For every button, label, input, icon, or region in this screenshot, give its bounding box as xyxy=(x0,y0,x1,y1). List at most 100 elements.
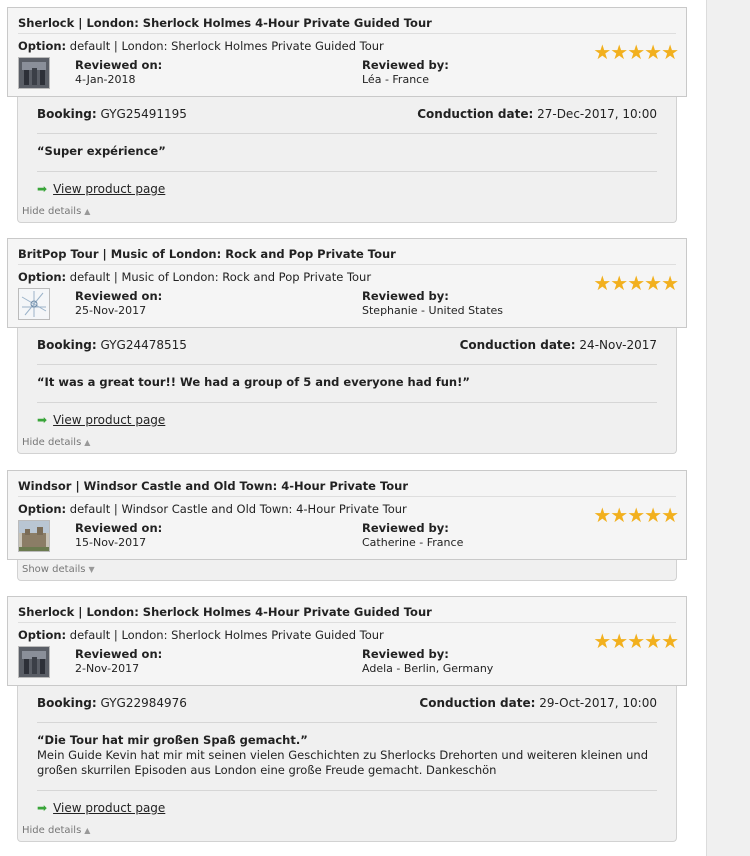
booking-info: Booking: GYG24478515 xyxy=(37,338,187,352)
arrow-right-icon: ➡ xyxy=(37,413,48,427)
view-product-link[interactable]: View product page xyxy=(53,801,165,815)
divider xyxy=(18,264,676,265)
option-line: Option: default | Music of London: Rock … xyxy=(18,270,371,284)
conduction-date: 29-Oct-2017, 10:00 xyxy=(539,696,657,710)
reviewed-on-label: Reviewed on: xyxy=(75,58,163,72)
review-header: Windsor | Windsor Castle and Old Town: 4… xyxy=(7,470,687,560)
reviewed-on-label: Reviewed on: xyxy=(75,289,163,303)
reviewed-on-date: 15-Nov-2017 xyxy=(75,536,147,549)
option-label: Option: xyxy=(18,628,67,642)
reviewed-by: Reviewed by: Stephanie - United States xyxy=(362,289,503,317)
option-value: default | Music of London: Rock and Pop … xyxy=(69,270,372,284)
reviewed-on: Reviewed on: 15-Nov-2017 xyxy=(75,521,162,549)
option-line: Option: default | Windsor Castle and Old… xyxy=(18,502,407,516)
review-text: “Super expérience” xyxy=(18,134,676,171)
review-quote: “Die Tour hat mir großen Spaß gemacht.” xyxy=(37,733,308,747)
review-header: Sherlock | London: Sherlock Holmes 4-Hou… xyxy=(7,7,687,97)
review-details: Booking: GYG24478515 Conduction date: 24… xyxy=(17,328,677,454)
review-header: Sherlock | London: Sherlock Holmes 4-Hou… xyxy=(7,596,687,686)
conduction-label: Conduction date: xyxy=(417,107,534,121)
caret-down-icon: ▼ xyxy=(88,565,95,574)
booking-id: GYG25491195 xyxy=(100,107,187,121)
star-rating: ★★★★★ xyxy=(593,40,679,64)
option-line: Option: default | London: Sherlock Holme… xyxy=(18,628,384,642)
map-thumbnail[interactable] xyxy=(18,288,50,320)
toggle-label: Show details xyxy=(22,564,86,575)
option-label: Option: xyxy=(18,270,67,284)
star-rating: ★★★★★ xyxy=(593,629,679,653)
reviewed-by: Reviewed by: Adela - Berlin, Germany xyxy=(362,647,493,675)
tour-title[interactable]: Sherlock | London: Sherlock Holmes 4-Hou… xyxy=(18,16,432,30)
product-link-row: ➡ View product page xyxy=(18,403,676,433)
tour-title[interactable]: Windsor | Windsor Castle and Old Town: 4… xyxy=(18,479,408,493)
option-value: default | London: Sherlock Holmes Privat… xyxy=(69,39,384,53)
booking-id: GYG22984976 xyxy=(100,696,187,710)
reviewed-by-label: Reviewed by: xyxy=(362,647,449,661)
toggle-label: Hide details xyxy=(22,825,82,836)
booking-label: Booking: xyxy=(37,696,97,710)
toggle-label: Hide details xyxy=(22,437,82,448)
booking-row: Booking: GYG24478515 Conduction date: 24… xyxy=(18,328,676,364)
review-card: Sherlock | London: Sherlock Holmes 4-Hou… xyxy=(7,596,687,842)
option-label: Option: xyxy=(18,39,67,53)
booking-label: Booking: xyxy=(37,107,97,121)
star-rating: ★★★★★ xyxy=(593,271,679,295)
reviewed-by-label: Reviewed by: xyxy=(362,289,449,303)
option-value: default | London: Sherlock Holmes Privat… xyxy=(69,628,384,642)
option-label: Option: xyxy=(18,502,67,516)
reviewer-name: Catherine - France xyxy=(362,536,464,549)
hide-details-toggle[interactable]: Hide details ▲ xyxy=(18,433,676,453)
divider xyxy=(18,33,676,34)
review-header: BritPop Tour | Music of London: Rock and… xyxy=(7,238,687,328)
sherlock-photo-thumbnail[interactable] xyxy=(18,646,50,678)
booking-id: GYG24478515 xyxy=(100,338,187,352)
show-details-toggle[interactable]: Show details ▼ xyxy=(18,560,676,580)
booking-row: Booking: GYG25491195 Conduction date: 27… xyxy=(18,97,676,133)
booking-row: Booking: GYG22984976 Conduction date: 29… xyxy=(18,686,676,722)
reviewed-by: Reviewed by: Léa - France xyxy=(362,58,449,86)
arrow-right-icon: ➡ xyxy=(37,801,48,815)
divider xyxy=(18,622,676,623)
conduction-label: Conduction date: xyxy=(419,696,536,710)
castle-photo-thumbnail[interactable] xyxy=(18,520,50,552)
product-link-row: ➡ View product page xyxy=(18,791,676,821)
toggle-label: Hide details xyxy=(22,206,82,217)
review-details: Booking: GYG25491195 Conduction date: 27… xyxy=(17,97,677,223)
option-line: Option: default | London: Sherlock Holme… xyxy=(18,39,384,53)
view-product-link[interactable]: View product page xyxy=(53,413,165,427)
review-card: BritPop Tour | Music of London: Rock and… xyxy=(7,238,687,454)
booking-info: Booking: GYG25491195 xyxy=(37,107,187,121)
conduction-info: Conduction date: 29-Oct-2017, 10:00 xyxy=(419,696,657,710)
conduction-info: Conduction date: 27-Dec-2017, 10:00 xyxy=(417,107,657,121)
reviewed-on-date: 4-Jan-2018 xyxy=(75,73,136,86)
option-value: default | Windsor Castle and Old Town: 4… xyxy=(69,502,407,516)
tour-title[interactable]: BritPop Tour | Music of London: Rock and… xyxy=(18,247,396,261)
review-quote: “Super expérience” xyxy=(37,144,166,158)
booking-info: Booking: GYG22984976 xyxy=(37,696,187,710)
view-product-link[interactable]: View product page xyxy=(53,182,165,196)
reviewer-name: Adela - Berlin, Germany xyxy=(362,662,494,675)
sherlock-photo-thumbnail[interactable] xyxy=(18,57,50,89)
hide-details-toggle[interactable]: Hide details ▲ xyxy=(18,202,676,222)
conduction-date: 27-Dec-2017, 10:00 xyxy=(537,107,657,121)
reviewed-on-label: Reviewed on: xyxy=(75,521,163,535)
caret-up-icon: ▲ xyxy=(84,207,91,216)
reviewed-on: Reviewed on: 25-Nov-2017 xyxy=(75,289,162,317)
reviewer-name: Léa - France xyxy=(362,73,429,86)
product-link-row: ➡ View product page xyxy=(18,172,676,202)
review-text: “It was a great tour!! We had a group of… xyxy=(18,365,676,402)
reviewed-on-label: Reviewed on: xyxy=(75,647,163,661)
tour-title[interactable]: Sherlock | London: Sherlock Holmes 4-Hou… xyxy=(18,605,432,619)
right-sidebar xyxy=(706,0,750,856)
conduction-date: 24-Nov-2017 xyxy=(579,338,657,352)
conduction-label: Conduction date: xyxy=(459,338,576,352)
review-card: Sherlock | London: Sherlock Holmes 4-Hou… xyxy=(7,7,687,223)
caret-up-icon: ▲ xyxy=(84,438,91,447)
reviewed-by: Reviewed by: Catherine - France xyxy=(362,521,463,549)
reviewed-on-date: 25-Nov-2017 xyxy=(75,304,147,317)
review-details-collapsed: Show details ▼ xyxy=(17,560,677,581)
review-text: “Die Tour hat mir großen Spaß gemacht.” M… xyxy=(18,723,676,790)
reviewed-on: Reviewed on: 4-Jan-2018 xyxy=(75,58,162,86)
hide-details-toggle[interactable]: Hide details ▲ xyxy=(18,821,676,841)
conduction-info: Conduction date: 24-Nov-2017 xyxy=(460,338,657,352)
